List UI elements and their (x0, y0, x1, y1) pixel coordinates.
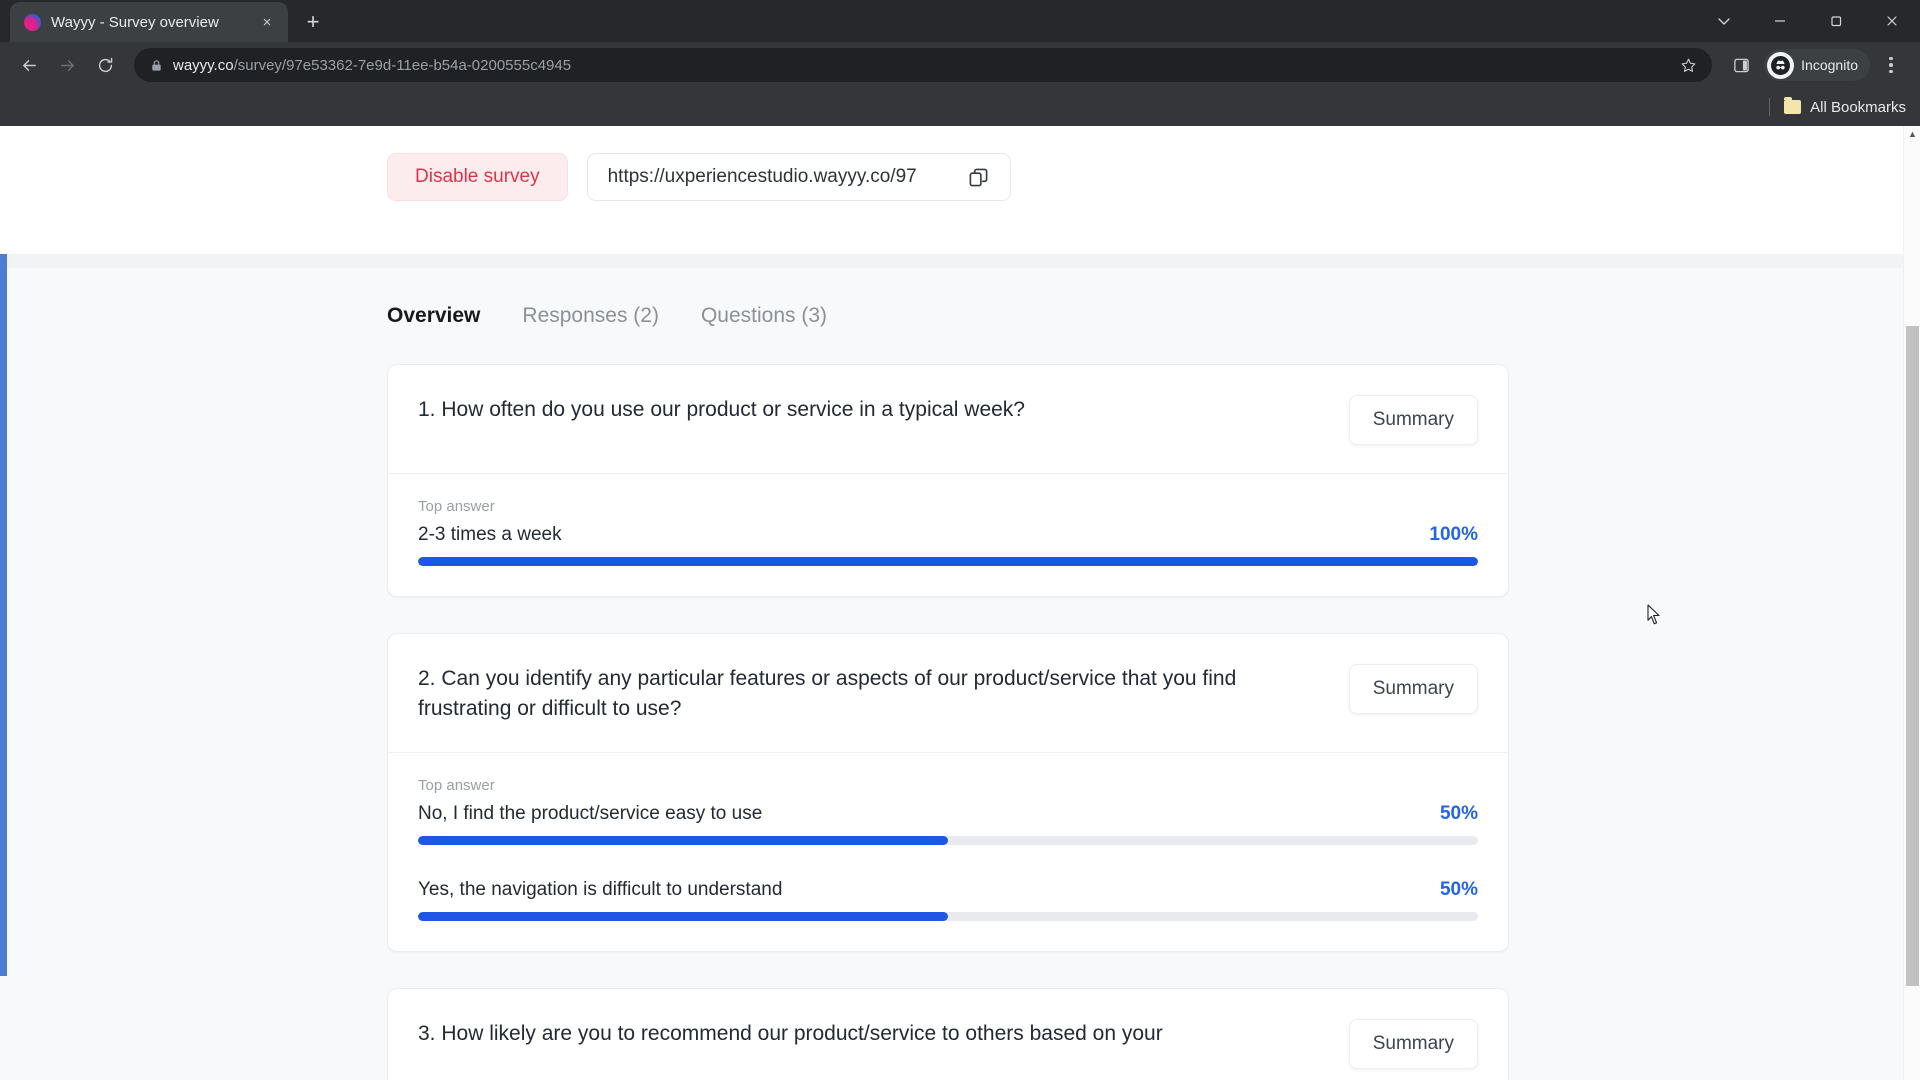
survey-header-bar: Disable survey https://uxperiencestudio.… (0, 126, 1903, 254)
answer-bar-track (418, 835, 1478, 845)
answer-label: 2-3 times a week (418, 524, 562, 545)
question-results: Top answer 2-3 times a week 100% (388, 474, 1508, 596)
answer-bar-track (418, 911, 1478, 921)
question-cards: 1. How often do you use our product or s… (387, 364, 1509, 1080)
header-divider-strip (0, 254, 1903, 268)
bookmarks-bar: All Bookmarks (0, 88, 1920, 126)
minimize-button[interactable] (1752, 0, 1808, 42)
question-results: Top answer No, I find the product/servic… (388, 753, 1508, 951)
profile-label: Incognito (1801, 57, 1858, 73)
page-scrollbar[interactable]: ▲ (1903, 126, 1920, 1080)
url-domain: wayyy.co (173, 56, 234, 74)
browser-tab[interactable]: Wayyy - Survey overview × (10, 2, 288, 42)
question-header: 3. How likely are you to recommend our p… (388, 989, 1508, 1080)
scrollbar-thumb[interactable] (1906, 326, 1919, 986)
window-controls (1696, 0, 1920, 42)
answer-bar-fill (418, 911, 948, 921)
side-panel-icon[interactable] (1724, 48, 1758, 82)
survey-header-actions: Disable survey https://uxperiencestudio.… (387, 153, 1011, 201)
tab-questions[interactable]: Questions (3) (701, 304, 827, 328)
tab-overview[interactable]: Overview (387, 304, 480, 328)
survey-url-text: https://uxperiencestudio.wayyy.co/97 (607, 166, 917, 187)
top-answer-label: Top answer (418, 776, 495, 794)
answer-percent: 50% (1439, 878, 1478, 900)
chevron-down-icon[interactable] (1696, 0, 1752, 42)
answer-percent: 50% (1439, 802, 1478, 824)
scroll-up-arrow-icon[interactable]: ▲ (1904, 130, 1920, 139)
answer-row: 2-3 times a week 100% (418, 524, 1478, 546)
close-window-button[interactable] (1864, 0, 1920, 42)
summary-button[interactable]: Summary (1348, 664, 1478, 714)
wayyy-logo-icon (24, 13, 41, 31)
disable-survey-button[interactable]: Disable survey (387, 153, 568, 201)
question-card: 2. Can you identify any particular featu… (387, 633, 1509, 952)
question-card: 3. How likely are you to recommend our p… (387, 987, 1509, 1080)
address-bar[interactable]: wayyy.co/survey/97e53362-7e9d-11ee-b54a-… (134, 48, 1713, 82)
incognito-icon (1767, 51, 1795, 79)
lock-icon (150, 59, 163, 72)
tab-strip: Wayyy - Survey overview × + (0, 0, 1920, 42)
question-header: 1. How often do you use our product or s… (388, 365, 1508, 474)
question-header: 2. Can you identify any particular featu… (388, 634, 1508, 753)
question-card: 1. How often do you use our product or s… (387, 364, 1509, 597)
answer-row: No, I find the product/service easy to u… (418, 803, 1478, 825)
profile-incognito-button[interactable]: Incognito (1764, 49, 1870, 81)
survey-url-field[interactable]: https://uxperiencestudio.wayyy.co/97 (586, 153, 1011, 201)
all-bookmarks-label[interactable]: All Bookmarks (1810, 99, 1906, 116)
copy-icon[interactable] (964, 162, 994, 192)
survey-content: Overview Responses (2) Questions (3) 1. … (0, 296, 1903, 1080)
top-answer-label: Top answer (418, 498, 495, 515)
divider (1769, 98, 1771, 116)
url-display: wayyy.co/survey/97e53362-7e9d-11ee-b54a-… (173, 57, 1664, 74)
three-dot-menu-icon[interactable] (1874, 48, 1908, 82)
tab-responses[interactable]: Responses (2) (522, 304, 659, 328)
new-tab-button[interactable]: + (296, 5, 330, 39)
star-icon[interactable] (1674, 51, 1702, 79)
back-button[interactable] (12, 48, 46, 82)
page-viewport: Disable survey https://uxperiencestudio.… (0, 126, 1920, 1080)
answer-row: Yes, the navigation is difficult to unde… (418, 879, 1478, 901)
question-text: 3. How likely are you to recommend our p… (418, 1021, 1163, 1045)
answer-percent: 100% (1429, 524, 1478, 545)
question-text: 1. How often do you use our product or s… (418, 398, 1025, 421)
folder-icon (1784, 97, 1802, 114)
question-text: 2. Can you identify any particular featu… (418, 667, 1237, 720)
answer-bar-fill (418, 557, 1478, 566)
survey-tabs: Overview Responses (2) Questions (3) (387, 296, 1903, 336)
answer-bar-track (418, 557, 1478, 566)
browser-window: Wayyy - Survey overview × + wayyy.co/sur… (0, 0, 1920, 1080)
summary-button[interactable]: Summary (1348, 1018, 1478, 1069)
answer-label: No, I find the product/service easy to u… (418, 802, 763, 824)
answer-bar-fill (418, 835, 948, 845)
browser-toolbar: wayyy.co/survey/97e53362-7e9d-11ee-b54a-… (0, 42, 1920, 88)
maximize-button[interactable] (1808, 0, 1864, 42)
reload-button[interactable] (88, 48, 122, 82)
forward-button[interactable] (50, 48, 84, 82)
url-path: /survey/97e53362-7e9d-11ee-b54a-0200555c… (233, 56, 572, 74)
summary-button[interactable]: Summary (1348, 395, 1478, 445)
tab-title: Wayyy - Survey overview (51, 13, 219, 31)
answer-label: Yes, the navigation is difficult to unde… (418, 878, 783, 900)
close-icon[interactable]: × (256, 11, 278, 33)
